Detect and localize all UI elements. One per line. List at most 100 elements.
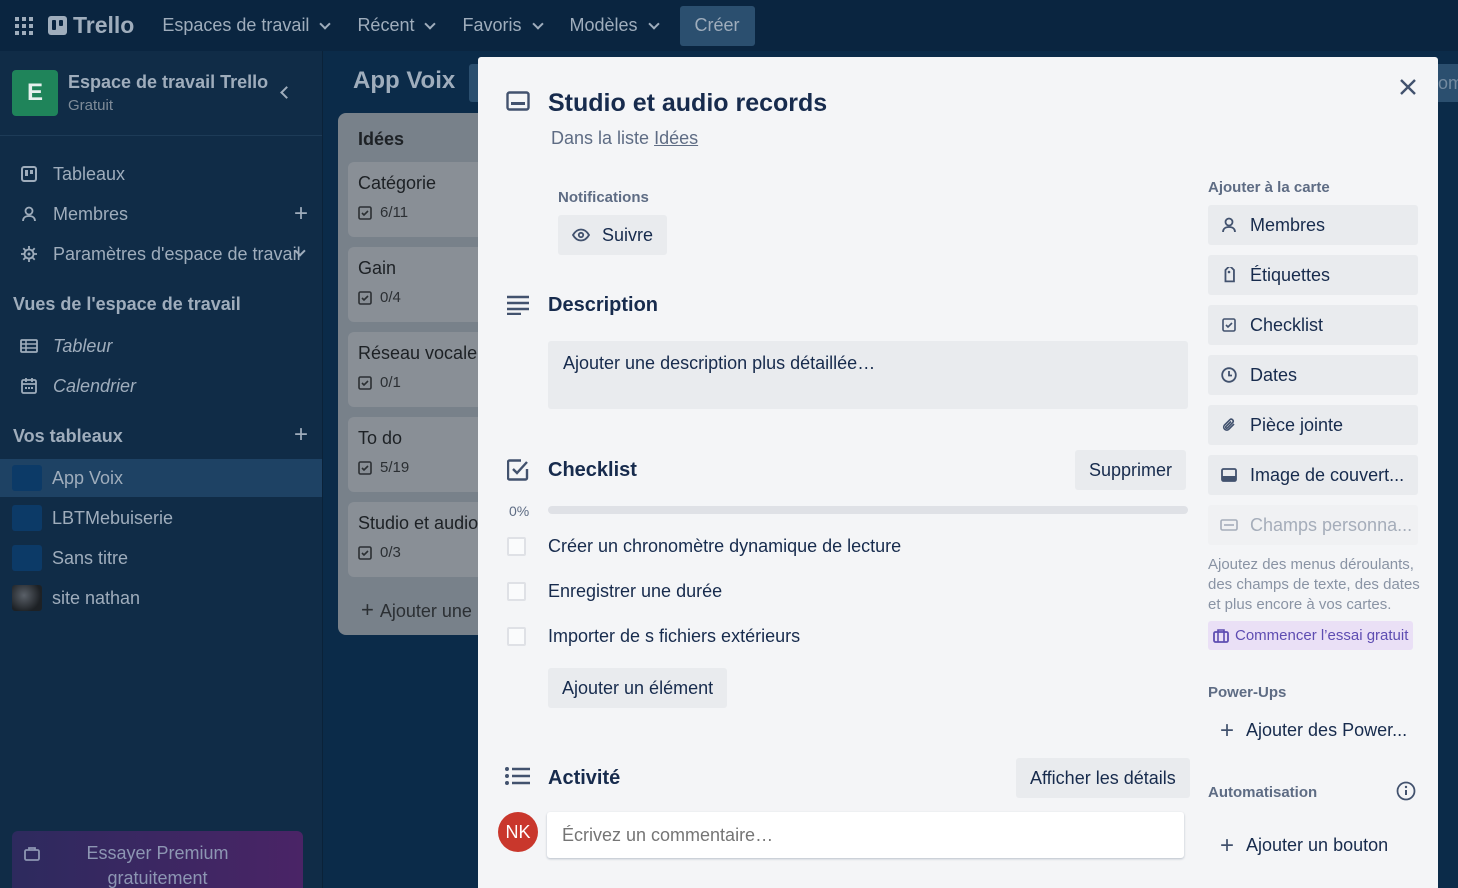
checklist-icon bbox=[358, 460, 372, 475]
plus-icon: + bbox=[1220, 716, 1235, 744]
checklist-button[interactable]: Checklist bbox=[1208, 305, 1418, 345]
list-card[interactable]: Gain 0/4 bbox=[348, 247, 488, 322]
cover-button[interactable]: Image de couvert... bbox=[1208, 455, 1418, 495]
workspace-plan: Gratuit bbox=[68, 97, 114, 114]
add-board-icon[interactable]: + bbox=[294, 421, 308, 449]
checklist-checkbox[interactable] bbox=[507, 582, 526, 601]
checklist-checkbox[interactable] bbox=[507, 537, 526, 556]
nav-starred[interactable]: Favoris bbox=[450, 6, 553, 46]
checklist-checkbox[interactable] bbox=[507, 627, 526, 646]
description-editor[interactable]: Ajouter une description plus détaillée… bbox=[548, 341, 1188, 409]
checklist-title[interactable]: Checklist bbox=[548, 459, 637, 482]
avatar[interactable]: NK bbox=[498, 812, 538, 852]
checklist-icon bbox=[358, 545, 372, 560]
comment-input[interactable] bbox=[547, 812, 1184, 858]
attachment-button[interactable]: Pièce jointe bbox=[1208, 405, 1418, 445]
dates-button[interactable]: Dates bbox=[1208, 355, 1418, 395]
add-to-card-heading: Ajouter à la carte bbox=[1208, 179, 1330, 196]
trello-logo[interactable]: Trello bbox=[48, 12, 134, 39]
checklist-badge: 0/4 bbox=[358, 289, 478, 306]
create-button[interactable]: Créer bbox=[679, 5, 755, 46]
checklist-item[interactable]: Enregistrer une durée bbox=[507, 581, 722, 602]
checklist-item-label[interactable]: Créer un chronomètre dynamique de lectur… bbox=[548, 536, 901, 557]
list-card[interactable]: To do 5/19 bbox=[348, 417, 488, 492]
start-trial-button[interactable]: Commencer l’essai gratuit bbox=[1208, 621, 1414, 650]
board-title[interactable]: App Voix bbox=[353, 67, 455, 95]
attachment-label: Pièce jointe bbox=[1250, 414, 1344, 435]
checklist-badge: 0/3 bbox=[358, 544, 478, 561]
add-button-label: Ajouter un bouton bbox=[1246, 835, 1389, 855]
sidebar-item-members[interactable]: Membres + bbox=[0, 195, 322, 233]
collapse-sidebar-icon[interactable] bbox=[280, 86, 293, 99]
sidebar-board-label: site nathan bbox=[52, 587, 141, 608]
sidebar-item-table-view[interactable]: Tableur bbox=[0, 327, 322, 365]
sidebar-item-boards[interactable]: Tableaux bbox=[0, 155, 322, 193]
activity-icon bbox=[505, 767, 531, 790]
notifications-label: Notifications bbox=[558, 189, 649, 206]
add-checklist-item-button[interactable]: Ajouter un élément bbox=[548, 668, 728, 708]
add-card-label: Ajouter une bbox=[379, 601, 472, 621]
workspace-name[interactable]: Espace de travail Trello bbox=[68, 72, 268, 93]
workspace-header: E Espace de travail Trello Gratuit bbox=[0, 51, 322, 136]
card-title: Catégorie bbox=[358, 173, 437, 193]
add-card-button[interactable]: + Ajouter une bbox=[361, 597, 472, 623]
sidebar-item-calendar-view[interactable]: Calendrier bbox=[0, 367, 322, 405]
description-icon bbox=[506, 295, 530, 320]
follow-label: Suivre bbox=[602, 224, 654, 245]
custom-fields-button[interactable]: Champs personna... bbox=[1208, 505, 1418, 545]
badge-value: 0/1 bbox=[380, 374, 401, 391]
board-thumbnail bbox=[12, 585, 42, 611]
board-header-button-right[interactable]: om bbox=[1438, 64, 1458, 102]
chevron-down-icon bbox=[424, 17, 437, 30]
cover-icon bbox=[1220, 466, 1238, 484]
sidebar-board-lbtmebuiserie[interactable]: LBTMebuiserie bbox=[0, 499, 322, 537]
activity-title: Activité bbox=[548, 767, 621, 789]
close-icon[interactable] bbox=[1396, 75, 1420, 99]
boards-heading: Vos tableaux bbox=[13, 426, 123, 446]
list-card[interactable]: Catégorie 6/11 bbox=[348, 162, 488, 237]
follow-button[interactable]: Suivre bbox=[558, 215, 668, 255]
in-list-prefix: Dans la liste bbox=[551, 128, 650, 148]
info-icon[interactable] bbox=[1396, 781, 1416, 806]
sidebar-board-sans-titre[interactable]: Sans titre bbox=[0, 539, 322, 577]
list-card[interactable]: Réseau vocale 0/1 bbox=[348, 332, 488, 407]
sidebar-item-label: Calendrier bbox=[53, 375, 137, 396]
sidebar-item-label: Membres bbox=[53, 203, 129, 224]
checklist-item-label[interactable]: Enregistrer une durée bbox=[548, 581, 722, 602]
card-title[interactable]: Studio et audio records bbox=[548, 89, 827, 118]
premium-label: Essayer Premium gratuitement bbox=[86, 843, 229, 888]
nav-templates[interactable]: Modèles bbox=[558, 6, 670, 46]
members-button[interactable]: Membres bbox=[1208, 205, 1418, 245]
apps-grid-icon[interactable] bbox=[15, 16, 33, 35]
labels-button[interactable]: Étiquettes bbox=[1208, 255, 1418, 295]
trello-logo-icon bbox=[48, 16, 67, 35]
chevron-down-icon bbox=[531, 17, 544, 30]
add-button-button[interactable]: + Ajouter un bouton bbox=[1220, 831, 1389, 859]
checklist-icon bbox=[358, 290, 372, 305]
show-details-button[interactable]: Afficher les détails bbox=[1016, 758, 1190, 798]
nav-recent[interactable]: Récent bbox=[345, 6, 446, 46]
sidebar-item-label: Tableur bbox=[53, 335, 113, 356]
plus-icon: + bbox=[1220, 831, 1235, 859]
sidebar-board-site-nathan[interactable]: site nathan bbox=[0, 579, 322, 617]
checklist-item-label[interactable]: Importer de s fichiers extérieurs bbox=[548, 626, 800, 647]
nav-workspaces[interactable]: Espaces de travail bbox=[150, 6, 341, 46]
list-card[interactable]: Studio et audio 0/3 bbox=[348, 502, 488, 577]
list-link[interactable]: Idées bbox=[654, 128, 698, 148]
list-title[interactable]: Idées bbox=[358, 129, 404, 150]
sidebar-board-app-voix[interactable]: App Voix bbox=[0, 459, 322, 497]
checklist-label: Checklist bbox=[1250, 314, 1324, 335]
checklist-item[interactable]: Importer de s fichiers extérieurs bbox=[507, 626, 800, 647]
workspace-avatar[interactable]: E bbox=[12, 70, 58, 116]
calendar-icon bbox=[20, 377, 38, 395]
sidebar-item-settings[interactable]: Paramètres d'espace de travail bbox=[0, 235, 322, 273]
add-member-icon[interactable]: + bbox=[294, 200, 308, 228]
delete-checklist-button[interactable]: Supprimer bbox=[1075, 450, 1187, 490]
plus-icon: + bbox=[361, 597, 374, 622]
dates-label: Dates bbox=[1250, 364, 1298, 385]
add-powerups-button[interactable]: + Ajouter des Power... bbox=[1220, 716, 1407, 744]
sidebar-item-label: Tableaux bbox=[53, 163, 126, 184]
premium-trial-button[interactable]: Essayer Premium gratuitement bbox=[12, 831, 303, 888]
checklist-item[interactable]: Créer un chronomètre dynamique de lectur… bbox=[507, 536, 901, 557]
sidebar-board-label: LBTMebuiserie bbox=[52, 507, 174, 528]
